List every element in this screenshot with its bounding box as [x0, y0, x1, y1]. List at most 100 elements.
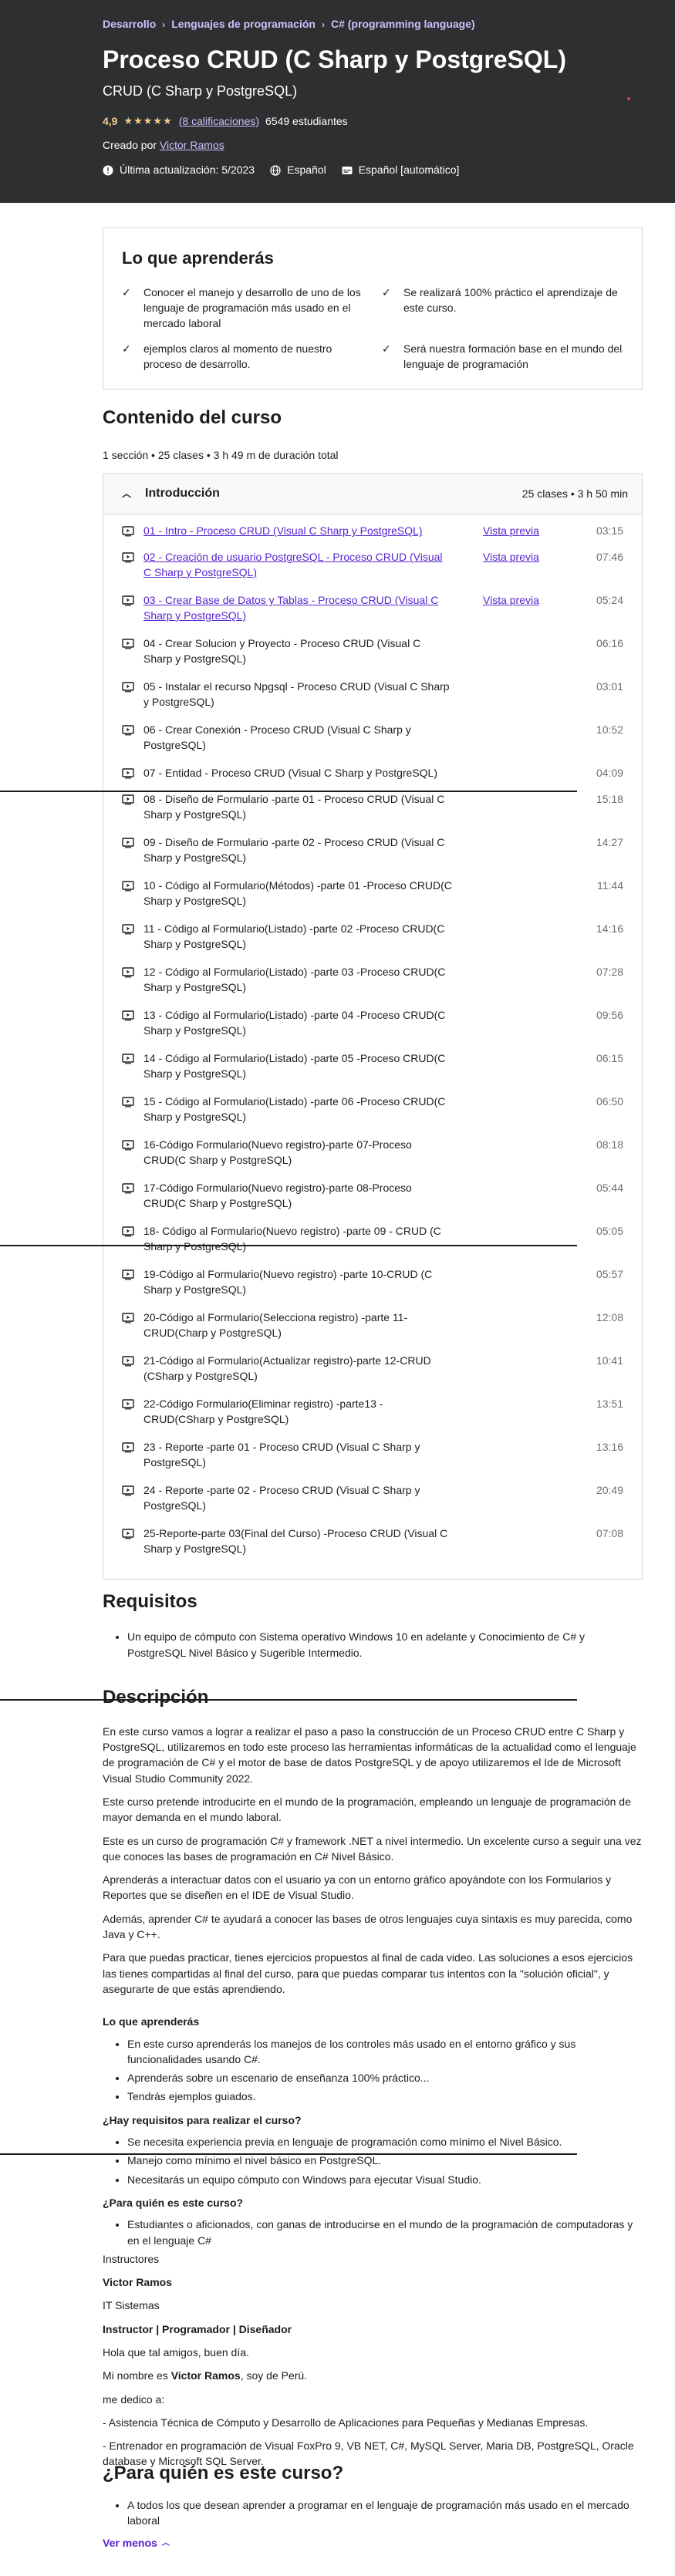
lecture-row: 17-Código Formulario(Nuevo registro)-par… — [122, 1181, 623, 1224]
video-icon — [122, 1010, 134, 1021]
preview-link[interactable]: Vista previa — [483, 524, 552, 539]
lecture-duration: 13:16 — [596, 1441, 623, 1454]
learn-item-text: Se realizará 100% práctico el aprendizaj… — [403, 285, 618, 315]
preview-link[interactable]: Vista previa — [483, 550, 552, 565]
lecture-duration: 10:52 — [596, 723, 623, 737]
video-icon — [122, 924, 134, 935]
lecture-title: 13 - Código al Formulario(Listado) -part… — [143, 1009, 446, 1037]
video-icon — [122, 1313, 134, 1323]
lecture-duration: 05:44 — [596, 1182, 623, 1195]
lecture-row: 21-Código al Formulario(Actualizar regis… — [122, 1354, 623, 1397]
lecture-duration: 09:56 — [596, 1009, 623, 1022]
created-by: Creado por Victor Ramos — [103, 138, 675, 153]
lecture-duration: 03:15 — [596, 524, 623, 538]
learn-item-text: ejemplos claros al momento de nuestro pr… — [143, 342, 332, 370]
lecture-duration: 14:27 — [596, 836, 623, 849]
language-text: Español — [287, 163, 326, 176]
breadcrumb: Desarrollo › Lenguajes de programación ›… — [103, 17, 675, 32]
instructor-name: Victor Ramos — [103, 2276, 172, 2289]
page-title: Proceso CRUD (C Sharp y PostgreSQL) — [103, 46, 566, 73]
lecture-row[interactable]: 01 - Intro - Proceso CRUD (Visual C Shar… — [122, 524, 623, 550]
lecture-duration: 03:01 — [596, 680, 623, 693]
course-header: Desarrollo › Lenguajes de programación ›… — [0, 0, 675, 203]
preview-link[interactable]: Vista previa — [483, 593, 552, 609]
lecture-title: 22-Código Formulario(Eliminar registro) … — [143, 1398, 383, 1425]
description-list-item: Necesitarás un equipo cómputo con Window… — [127, 2172, 643, 2187]
video-icon — [122, 1269, 134, 1280]
instructor-company: IT Sistemas — [103, 2299, 160, 2312]
see-less-button[interactable]: Ver menos ︿ — [103, 2536, 643, 2551]
description-paragraph: me dedico a: — [103, 2392, 165, 2406]
video-icon — [122, 1183, 134, 1194]
lecture-title: 07 - Entidad - Proceso CRUD (Visual C Sh… — [143, 767, 438, 780]
last-update-text: Última actualización: 5/2023 — [120, 163, 255, 176]
lecture-title[interactable]: 03 - Crear Base de Datos y Tablas - Proc… — [143, 593, 452, 623]
lecture-duration: 06:15 — [596, 1052, 623, 1065]
lecture-title: 17-Código Formulario(Nuevo registro)-par… — [143, 1182, 412, 1209]
target-audience: ¿Para quién es este curso? A todos los q… — [103, 2460, 643, 2551]
description-list-item: En este curso aprenderás los manejos de … — [127, 2036, 643, 2068]
breadcrumb-item-csharp[interactable]: C# (programming language) — [331, 17, 475, 32]
lecture-title: 25-Reporte-parte 03(Final del Curso) -Pr… — [143, 1527, 448, 1555]
section-title: Introducción — [145, 487, 220, 501]
lecture-title: 21-Código al Formulario(Actualizar regis… — [143, 1354, 431, 1382]
lecture-title[interactable]: 02 - Creación de usuario PostgreSQL - Pr… — [143, 550, 452, 580]
description-list-item: Manejo como mínimo el nivel básico en Po… — [127, 2153, 643, 2168]
video-icon — [122, 1485, 134, 1496]
lecture-duration: 12:08 — [596, 1311, 623, 1324]
lecture-title: 08 - Diseño de Formulario -parte 01 - Pr… — [143, 793, 445, 821]
audience-item: A todos los que desean aprender a progra… — [127, 2497, 643, 2529]
description-subhead: ¿Hay requisitos para realizar el curso? — [103, 2113, 302, 2126]
learn-item: ✓ Se realizará 100% práctico el aprendiza… — [382, 285, 623, 332]
star-rating-icon: ★★★★★ — [123, 115, 173, 127]
lecture-row: 25-Reporte-parte 03(Final del Curso) -Pr… — [122, 1526, 623, 1570]
chevron-right-icon: › — [321, 19, 325, 30]
video-icon — [122, 1399, 134, 1410]
lecture-row: 05 - Instalar el recurso Npgsql - Proces… — [122, 679, 623, 723]
captions: Español [automático] — [342, 163, 459, 178]
ratings-count-link[interactable]: (8 calificaciones) — [179, 114, 259, 130]
lecture-title: 11 - Código al Formulario(Listado) -part… — [143, 922, 445, 950]
description-list-item: Aprenderás sobre un escenario de enseñan… — [127, 2070, 643, 2085]
course-meta: Última actualización: 5/2023 Español Esp… — [103, 163, 675, 178]
video-icon — [122, 1054, 134, 1064]
video-icon — [122, 1529, 134, 1539]
language: Español — [270, 163, 326, 178]
rating-row: 4,9 ★★★★★ (8 calificaciones) 6549 estudi… — [103, 114, 675, 130]
breadcrumb-item-desarrollo[interactable]: Desarrollo — [103, 17, 156, 32]
video-icon — [122, 1140, 134, 1151]
description-subhead: Lo que aprenderás — [103, 2015, 200, 2028]
lecture-row: 15 - Código al Formulario(Listado) -part… — [122, 1094, 623, 1138]
lecture-title: 15 - Código al Formulario(Listado) -part… — [143, 1095, 446, 1123]
lecture-row: 09 - Diseño de Formulario -parte 02 - Pr… — [122, 835, 623, 878]
course-content-title: Contenido del curso — [103, 407, 282, 428]
requirement-item: Un equipo de cómputo con Sistema operati… — [127, 1629, 643, 1661]
captions-icon — [342, 166, 353, 174]
video-icon — [122, 1356, 134, 1367]
lecture-row[interactable]: 02 - Creación de usuario PostgreSQL - Pr… — [122, 550, 623, 593]
divider — [0, 1245, 577, 1246]
course-content: Contenido del curso 1 sección • 25 clase… — [103, 405, 643, 1580]
instructor-link[interactable]: Victor Ramos — [160, 139, 224, 151]
lecture-duration: 06:16 — [596, 637, 623, 650]
lecture-duration: 13:51 — [596, 1398, 623, 1411]
section-header-introduccion[interactable]: ︿ Introducción 25 clases • 3 h 50 min — [103, 474, 642, 515]
lecture-title: 09 - Diseño de Formulario -parte 02 - Pr… — [143, 836, 445, 864]
requirements-title: Requisitos — [103, 1591, 197, 1612]
lecture-row: 19-Código al Formulario(Nuevo registro) … — [122, 1267, 623, 1310]
chevron-up-icon: ︿ — [122, 488, 132, 500]
text-fragment: Mi nombre es — [103, 2369, 171, 2382]
lecture-title[interactable]: 01 - Intro - Proceso CRUD (Visual C Shar… — [143, 524, 452, 539]
lecture-row: 08 - Diseño de Formulario -parte 01 - Pr… — [122, 792, 623, 835]
lecture-row[interactable]: 03 - Crear Base de Datos y Tablas - Proc… — [122, 593, 623, 636]
lecture-duration: 20:49 — [596, 1484, 623, 1497]
description-paragraph: - Asistencia Técnica de Cómputo y Desarr… — [103, 2416, 589, 2429]
chevron-right-icon: › — [162, 19, 166, 30]
learn-item: ✓ ejemplos claros al momento de nuestro p… — [122, 341, 363, 373]
lecture-title: 10 - Código al Formulario(Métodos) -part… — [143, 879, 452, 907]
indicator-dot — [627, 97, 630, 100]
breadcrumb-item-lenguajes[interactable]: Lenguajes de programación — [171, 17, 316, 32]
learn-item: ✓ Conocer el manejo y desarrollo de uno d… — [122, 285, 363, 332]
video-icon — [122, 768, 134, 779]
curriculum-section: ︿ Introducción 25 clases • 3 h 50 min 01… — [103, 474, 643, 1580]
